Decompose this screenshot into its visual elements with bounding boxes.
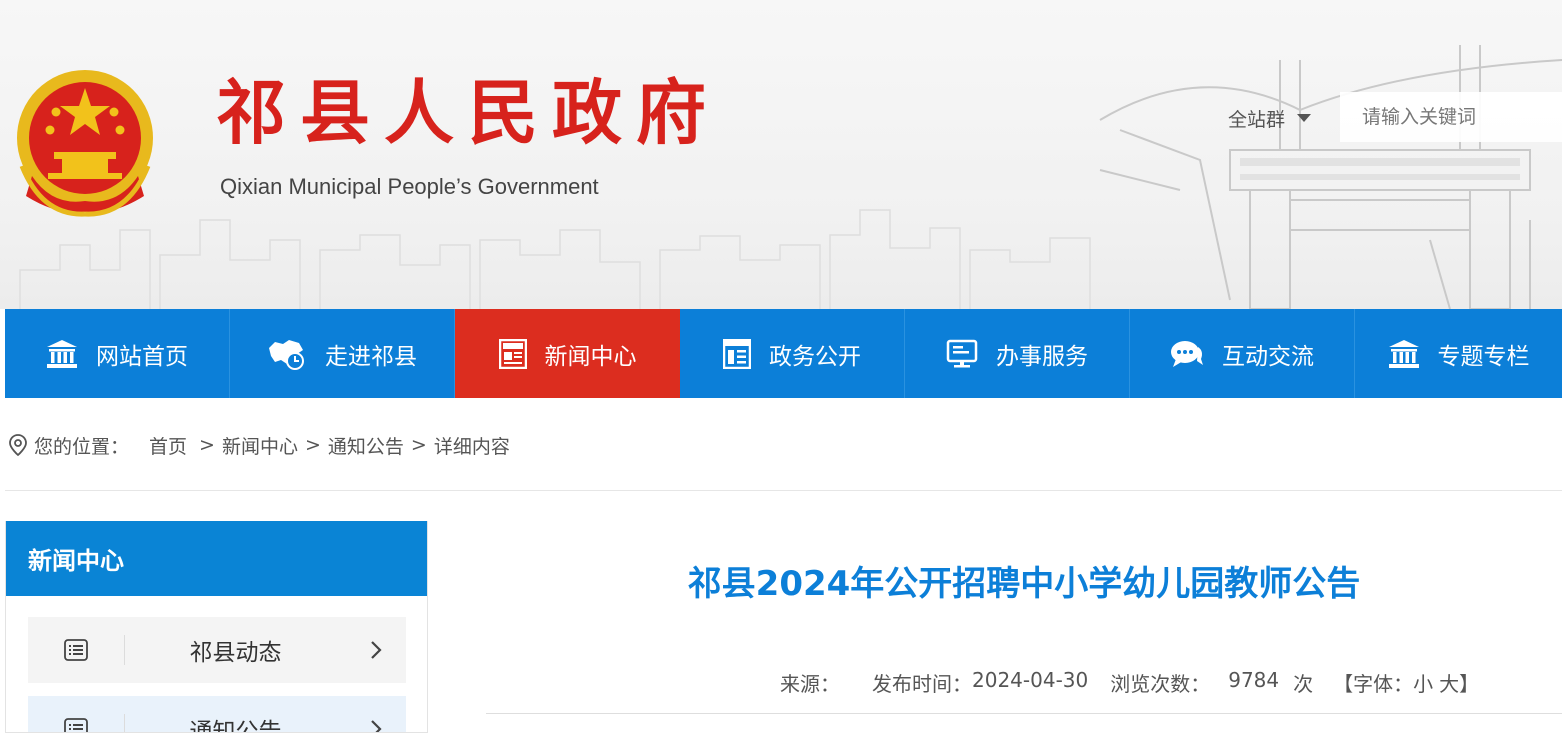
font-size-close: 】 [1459,672,1480,696]
views-unit: 次 [1293,672,1314,696]
sidebar-item-qixian-news[interactable]: 祁县动态 [28,617,406,683]
national-emblem-icon [17,70,153,217]
nav-item-home[interactable]: 网站首页 [5,309,230,398]
nav-item-label: 新闻中心 [544,343,637,370]
sidebar-item-label: 通知公告 [189,719,282,733]
chevron-right-icon [371,641,382,659]
publish-date: 2024-04-30 [972,668,1089,692]
breadcrumb: 您的位置： 首页 > 新闻中心 > 通知公告 > 详细内容 [8,430,510,460]
nav-item-services[interactable]: 办事服务 [905,309,1130,398]
breadcrumb-separator: > [410,434,427,456]
nav-item-topics[interactable]: 专题专栏 [1355,309,1562,398]
list-icon [64,639,88,661]
chat-bubbles-icon [1171,340,1203,367]
breadcrumb-divider [5,490,1562,491]
monitor-icon [946,339,978,367]
site-group-dropdown[interactable]: 全站群 [1228,104,1312,132]
article-title: 祁县2024年公开招聘中小学幼儿园教师公告 [687,564,1361,604]
breadcrumb-current: 详细内容 [433,435,510,458]
source-label: 来源： [780,672,840,696]
nav-item-label: 网站首页 [96,343,188,370]
breadcrumb-home[interactable]: 首页 [149,432,187,459]
nav-item-label: 互动交流 [1222,343,1314,370]
breadcrumb-news[interactable]: 新闻中心 [222,432,298,459]
font-small-button[interactable]: 小 [1413,668,1433,697]
article-meta: 来源： 发布时间： 2024-04-30 浏览次数： 9784 次 【字体： 小… [780,668,1479,697]
site-header: 祁县人民政府 Qixian Municipal People’s Governm… [0,0,1562,309]
nav-item-news[interactable]: 新闻中心 [455,309,680,398]
nav-item-about[interactable]: 走进祁县 [230,309,455,398]
site-title-cn: 祁县人民政府 [216,71,720,154]
institution-icon [47,339,77,368]
breadcrumb-separator: > [304,434,321,456]
chevron-right-icon [371,720,382,732]
nav-item-label: 专题专栏 [1437,343,1530,370]
font-large-button[interactable]: 大 [1439,668,1459,697]
article-divider [486,713,1562,714]
search-input[interactable] [1340,92,1562,142]
map-clock-icon [269,339,304,370]
breadcrumb-notices[interactable]: 通知公告 [328,432,404,459]
list-icon [64,718,88,732]
nav-item-label: 政务公开 [769,343,861,370]
font-size-label: 【字体： [1333,672,1414,696]
breadcrumb-prefix: 您的位置： [34,435,130,458]
caret-down-icon [1297,114,1312,122]
nav-item-label: 办事服务 [996,343,1088,370]
location-pin-icon [9,434,27,456]
document-panel-icon [723,338,751,369]
site-title-en: Qixian Municipal People’s Government [220,174,599,199]
sidebar-item-notices[interactable]: 通知公告 [28,696,406,733]
institution-icon [1388,339,1419,368]
nav-item-gov-info[interactable]: 政务公开 [680,309,905,398]
sidebar-item-label: 祁县动态 [189,640,282,666]
views-label: 浏览次数： [1110,672,1211,696]
skyline-background-icon [19,45,1562,309]
nav-item-interaction[interactable]: 互动交流 [1130,309,1355,398]
sidebar: 新闻中心 祁县动态 通知公告 [5,521,428,733]
site-group-label: 全站群 [1228,108,1286,131]
nav-item-label: 走进祁县 [325,343,417,370]
breadcrumb-separator: > [199,434,215,456]
publish-label: 发布时间： [872,672,972,696]
sidebar-title: 新闻中心 [6,521,427,596]
main-nav: 网站首页 走进祁县 新闻中心 政务公开 办事服务 互动交流 专题专栏 [5,309,1562,398]
views-count: 9784 [1228,668,1280,692]
newspaper-icon [498,338,527,369]
